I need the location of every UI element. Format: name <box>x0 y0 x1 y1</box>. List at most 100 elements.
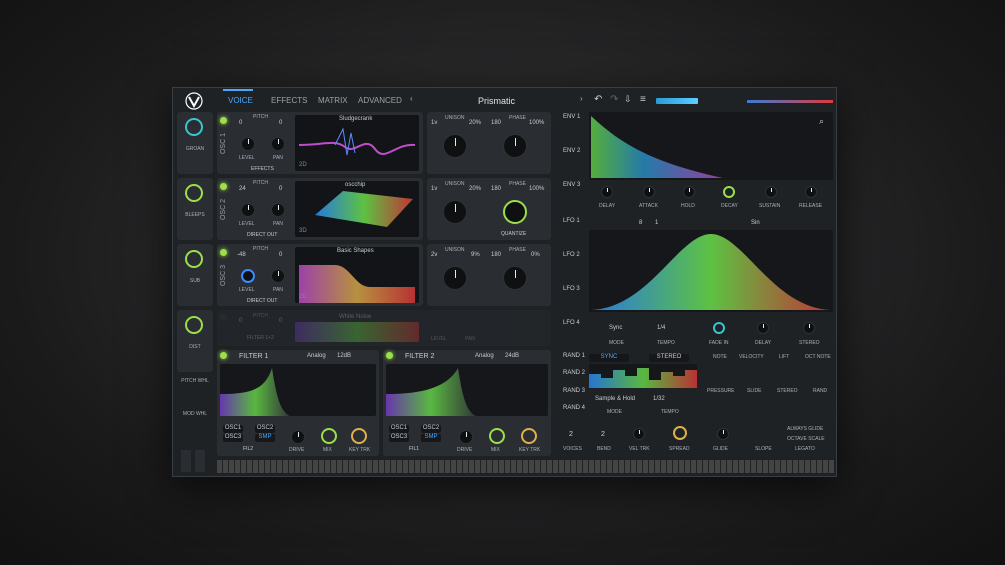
env-attack-knob[interactable] <box>643 186 655 198</box>
osc2-pitch-right[interactable]: 0 <box>279 186 282 192</box>
osc1-unison-knob[interactable] <box>443 134 467 158</box>
filter1-keytrk-knob[interactable] <box>351 428 367 444</box>
smp-led[interactable] <box>220 314 227 321</box>
voice-spread-knob[interactable] <box>673 426 687 440</box>
lfo-delay-knob[interactable] <box>757 322 769 334</box>
lfo-tab-1[interactable]: LFO 1 <box>563 218 580 224</box>
filter1-src-osc2[interactable]: OSC2 <box>255 425 275 433</box>
osc3-dest[interactable]: DIRECT OUT <box>247 298 277 304</box>
filter2-drive-knob[interactable] <box>459 430 473 444</box>
lfo-stereo-knob[interactable] <box>803 322 815 334</box>
voice-always-glide[interactable]: ALWAYS GLIDE <box>787 426 823 432</box>
tab-matrix[interactable]: MATRIX <box>318 96 348 105</box>
osc1-phase-val[interactable]: 180 <box>491 120 501 126</box>
osc1-pitch-right[interactable]: 0 <box>279 120 282 126</box>
macro-sub[interactable]: SUB <box>177 244 213 306</box>
osc2-dest[interactable]: DIRECT OUT <box>247 232 277 238</box>
osc1-phase-knob[interactable] <box>503 134 527 158</box>
env-zoom-icon[interactable]: ⌕ <box>819 116 824 127</box>
osc2-unison-pct[interactable]: 20% <box>469 186 481 192</box>
lfo-tab-4[interactable]: LFO 4 <box>563 320 580 326</box>
rand-tab-3[interactable]: RAND 3 <box>563 388 585 394</box>
filter2-display[interactable] <box>386 364 548 416</box>
lfo-tempo[interactable]: 1/4 <box>657 325 665 331</box>
osc1-led[interactable] <box>220 117 227 124</box>
rand-tab-2[interactable]: RAND 2 <box>563 370 585 376</box>
osc1-phase-pct[interactable]: 100% <box>529 120 544 126</box>
filter2-src-smp[interactable]: SMP <box>421 434 441 442</box>
undo-icon[interactable]: ↶ <box>594 94 602 105</box>
osc1-pitch-left[interactable]: 0 <box>239 120 242 126</box>
osc3-wave-display[interactable] <box>295 247 419 303</box>
osc3-unison-knob[interactable] <box>443 266 467 290</box>
env-sustain-knob[interactable] <box>765 186 777 198</box>
voice-veltrk-knob[interactable] <box>633 428 645 440</box>
filter2-keytrk-knob[interactable] <box>521 428 537 444</box>
lfo-tab-2[interactable]: LFO 2 <box>563 252 580 258</box>
filter2-mix-knob[interactable] <box>489 428 505 444</box>
dist-knob[interactable] <box>185 316 203 334</box>
filter2-src-osc3[interactable]: OSC3 <box>389 434 409 442</box>
rand-mode[interactable]: Sample & Hold <box>595 396 635 402</box>
env-display[interactable] <box>589 112 833 180</box>
filter1-src-osc3[interactable]: OSC3 <box>223 434 243 442</box>
filter1-display[interactable] <box>220 364 376 416</box>
filter1-model[interactable]: Analog <box>307 353 326 359</box>
lfo-display[interactable] <box>589 230 833 312</box>
voice-voices-value[interactable]: 2 <box>569 431 573 438</box>
voice-legato[interactable]: LEGATO <box>795 446 815 452</box>
filter1-src-osc1[interactable]: OSC1 <box>223 425 243 433</box>
osc2-phase-pct[interactable]: 100% <box>529 186 544 192</box>
filter1-route[interactable]: FIL2 <box>243 446 253 452</box>
lfo-grid-y[interactable]: 1 <box>655 220 658 226</box>
osc3-voices[interactable]: 2v <box>431 252 437 258</box>
osc3-wave-name[interactable]: Basic Shapes <box>337 248 374 254</box>
tab-advanced[interactable]: ADVANCED <box>358 96 402 105</box>
mod-wheel[interactable] <box>195 450 205 472</box>
env-tab-3[interactable]: ENV 3 <box>563 182 580 188</box>
env-hold-knob[interactable] <box>683 186 695 198</box>
filter2-slope[interactable]: 24dB <box>505 353 519 359</box>
osc2-unison-knob[interactable] <box>443 200 467 224</box>
osc3-phase-pct[interactable]: 0% <box>531 252 540 258</box>
osc3-level-knob[interactable] <box>241 269 255 283</box>
osc3-unison-pct[interactable]: 9% <box>471 252 480 258</box>
lfo-mode[interactable]: Sync <box>609 325 622 331</box>
preset-next-icon[interactable]: › <box>580 94 583 103</box>
voice-bend-value[interactable]: 2 <box>601 431 605 438</box>
smp-dest[interactable]: FILTER 1+2 <box>247 335 274 341</box>
osc2-level-knob[interactable] <box>241 203 255 217</box>
preset-prev-icon[interactable]: ‹ <box>410 94 413 103</box>
osc3-dim[interactable]: 2D <box>299 294 307 300</box>
lfo-fadein-knob[interactable] <box>713 322 725 334</box>
macro-dist[interactable]: DIST <box>177 310 213 372</box>
osc1-wave-name[interactable]: Sludgecrank <box>339 116 372 122</box>
rand-tab-1[interactable]: RAND 1 <box>563 353 585 359</box>
osc2-wave-display[interactable] <box>295 181 419 237</box>
filter1-src-smp[interactable]: SMP <box>255 434 275 442</box>
filter2-src-osc1[interactable]: OSC1 <box>389 425 409 433</box>
osc2-phase-knob[interactable] <box>503 200 527 224</box>
osc3-pan-knob[interactable] <box>271 269 285 283</box>
rand-stereo-button[interactable]: STEREO <box>649 354 689 362</box>
osc2-wave-name[interactable]: oscchip <box>345 182 365 188</box>
osc1-dest[interactable]: EFFECTS <box>251 166 274 172</box>
osc1-pan-knob[interactable] <box>271 137 285 151</box>
env-decay-knob[interactable] <box>723 186 735 198</box>
osc3-pitch-right[interactable]: 0 <box>279 252 282 258</box>
env-release-knob[interactable] <box>805 186 817 198</box>
redo-icon[interactable]: ↷ <box>610 94 618 105</box>
osc2-quantize[interactable]: QUANTIZE <box>501 231 526 237</box>
osc2-voices[interactable]: 1v <box>431 186 437 192</box>
filter2-src-osc2[interactable]: OSC2 <box>421 425 441 433</box>
filter1-drive-knob[interactable] <box>291 430 305 444</box>
osc2-phase-val[interactable]: 180 <box>491 186 501 192</box>
filter1-slope[interactable]: 12dB <box>337 353 351 359</box>
bleeps-knob[interactable] <box>185 184 203 202</box>
osc2-pitch-left[interactable]: 24 <box>239 186 246 192</box>
smp-display[interactable] <box>295 322 419 342</box>
groan-knob[interactable] <box>185 118 203 136</box>
macro-groan[interactable]: GROAN <box>177 112 213 174</box>
osc1-wave-display[interactable] <box>295 115 419 171</box>
lfo-shape-name[interactable]: Sin <box>751 220 760 226</box>
